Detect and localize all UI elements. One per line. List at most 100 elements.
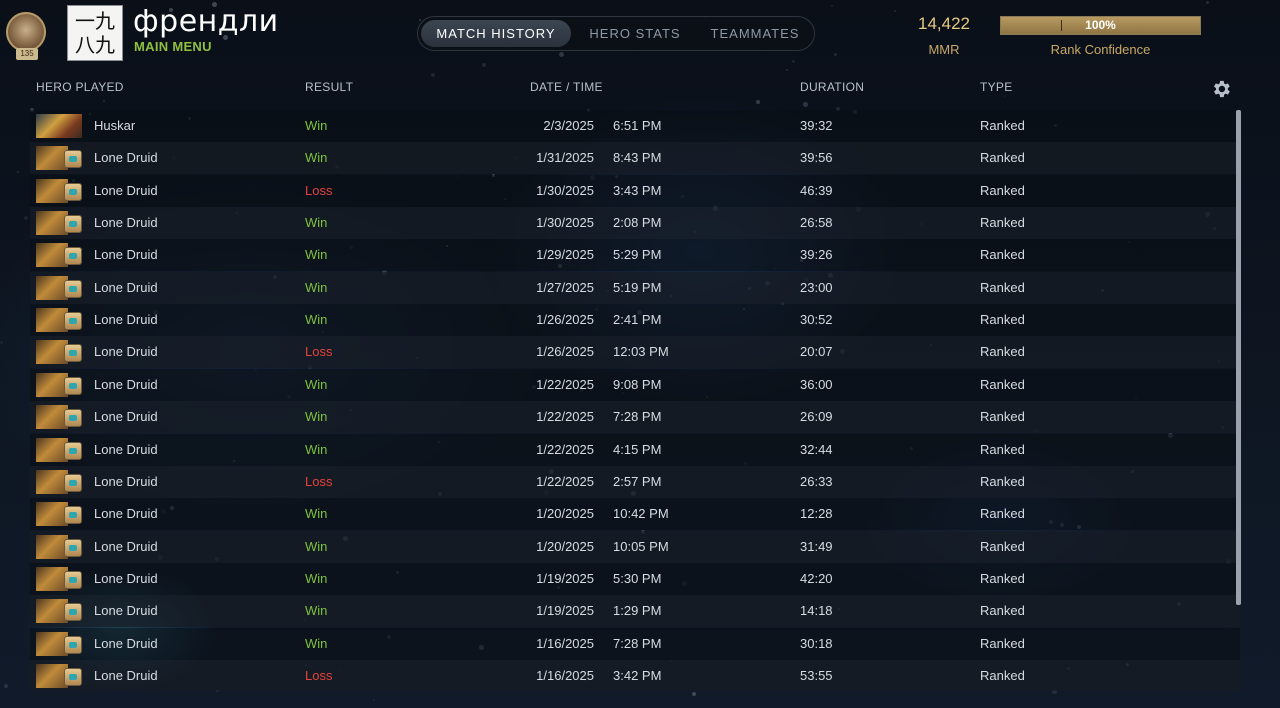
match-type: Ranked: [980, 667, 1025, 683]
column-duration[interactable]: DURATION: [800, 80, 864, 94]
rank-confidence-label: Rank Confidence: [1050, 42, 1151, 57]
hero-portrait-lone-druid: [36, 469, 84, 494]
table-row[interactable]: Lone Druid Win 1/30/2025 2:08 PM 26:58 Ranked: [30, 207, 1240, 240]
spirit-bear-icon: [64, 570, 82, 589]
tab-match-history[interactable]: MATCH HISTORY: [421, 20, 571, 47]
match-time: 10:42 PM: [613, 506, 669, 522]
spirit-bear-icon: [64, 247, 82, 266]
hero-portrait-lone-druid: [36, 631, 84, 656]
table-row[interactable]: Lone Druid Loss 1/30/2025 3:43 PM 46:39 Ranke…: [30, 174, 1240, 207]
table-row[interactable]: Lone Druid Win 1/20/2025 10:05 PM 31:49 Ranke…: [30, 530, 1240, 563]
match-type: Ranked: [980, 635, 1025, 651]
match-result: Loss: [305, 473, 333, 489]
hero-name: Lone Druid: [94, 182, 158, 198]
rank-medal-icon[interactable]: 135: [2, 10, 52, 62]
background-speck: [373, 699, 375, 701]
match-result: Win: [305, 312, 328, 328]
hero-portrait-lone-druid: [36, 372, 84, 397]
match-date: 1/30/2025: [536, 182, 594, 198]
table-row[interactable]: Lone Druid Loss 1/22/2025 2:57 PM 26:33 Ranke…: [30, 465, 1240, 498]
mmr-value: 14,422: [918, 14, 970, 33]
match-time: 6:51 PM: [613, 118, 662, 133]
match-date: 1/22/2025: [536, 473, 594, 489]
avatar[interactable]: 一九 八九: [67, 5, 123, 61]
hero-portrait-lone-druid: [36, 211, 84, 236]
scrollbar[interactable]: [1236, 110, 1241, 605]
hero-name: Lone Druid: [94, 538, 158, 554]
table-row[interactable]: Lone Druid Win 1/31/2025 8:43 PM 39:56 Ranked: [30, 142, 1240, 175]
match-time: 2:57 PM: [613, 473, 662, 489]
match-duration: 39:26: [800, 247, 833, 263]
column-date-time[interactable]: DATE / TIME: [530, 80, 603, 94]
spirit-bear-icon: [64, 506, 82, 525]
main-menu-link[interactable]: MAIN MENU: [134, 39, 212, 54]
match-time: 5:30 PM: [613, 570, 662, 586]
hero-portrait-lone-druid: [36, 566, 84, 591]
table-row[interactable]: Lone Druid Win 1/22/2025 7:28 PM 26:09 Ranked: [30, 401, 1240, 434]
hero-portrait-lone-druid: [36, 146, 84, 171]
column-type[interactable]: TYPE: [980, 80, 1013, 94]
spirit-bear-icon: [64, 473, 82, 492]
rank-medal-ring: [6, 12, 46, 52]
tab-teammates[interactable]: TEAMMATES: [698, 20, 812, 47]
match-date: 1/26/2025: [536, 312, 594, 328]
tab-bar: MATCH HISTORY HERO STATS TEAMMATES: [417, 16, 815, 51]
table-row[interactable]: Lone Druid Win 1/22/2025 4:15 PM 32:44 Ranked: [30, 433, 1240, 466]
match-result: Win: [305, 603, 328, 619]
match-date: 1/16/2025: [536, 667, 594, 683]
scrollbar-thumb[interactable]: [1236, 110, 1241, 605]
column-result[interactable]: RESULT: [305, 80, 353, 94]
table-row[interactable]: Lone Druid Win 1/16/2025 7:28 PM 30:18 Ranked: [30, 627, 1240, 660]
match-time: 5:19 PM: [613, 279, 662, 295]
match-date: 1/19/2025: [536, 570, 594, 586]
table-row[interactable]: Lone Druid Win 1/26/2025 2:41 PM 30:52 Ranked: [30, 304, 1240, 337]
spirit-bear-icon: [64, 344, 82, 363]
table-row[interactable]: Lone Druid Loss 1/16/2025 3:42 PM 53:55 Ranke…: [30, 659, 1240, 691]
table-row[interactable]: Lone Druid Win 1/19/2025 1:29 PM 14:18 Ranked: [30, 595, 1240, 628]
gear-icon[interactable]: [1210, 78, 1232, 100]
match-result: Win: [305, 570, 328, 586]
rank-confidence-text: 100%: [1085, 18, 1116, 32]
match-duration: 53:55: [800, 667, 833, 683]
match-time: 12:03 PM: [613, 344, 669, 360]
match-time: 2:08 PM: [613, 215, 662, 231]
match-date: 1/29/2025: [536, 247, 594, 263]
match-type: Ranked: [980, 312, 1025, 328]
match-result: Loss: [305, 667, 333, 683]
table-row[interactable]: Lone Druid Win 1/22/2025 9:08 PM 36:00 Ranked: [30, 368, 1240, 401]
match-date: 1/20/2025: [536, 506, 594, 522]
match-duration: 46:39: [800, 182, 833, 198]
hero-name: Lone Druid: [94, 603, 158, 619]
spirit-bear-icon: [64, 312, 82, 331]
spirit-bear-icon: [64, 409, 82, 428]
hero-portrait-lone-druid: [36, 502, 84, 527]
match-result: Win: [305, 376, 328, 392]
match-type: Ranked: [980, 538, 1025, 554]
table-row[interactable]: Lone Druid Win 1/19/2025 5:30 PM 42:20 Ranked: [30, 562, 1240, 595]
match-time: 3:42 PM: [613, 667, 662, 683]
table-row[interactable]: Lone Druid Win 1/20/2025 10:42 PM 12:28 Ranke…: [30, 498, 1240, 531]
match-duration: 39:32: [800, 118, 833, 133]
spirit-bear-icon: [64, 376, 82, 395]
match-duration: 36:00: [800, 376, 833, 392]
spirit-bear-icon: [64, 667, 82, 686]
hero-portrait-lone-druid: [36, 178, 84, 203]
match-time: 2:41 PM: [613, 312, 662, 328]
header: 135 一九 八九 френдли MAIN MENU MATCH HISTORY…: [0, 0, 1280, 72]
match-result: Win: [305, 409, 328, 425]
column-hero-played[interactable]: HERO PLAYED: [36, 80, 124, 94]
match-time: 9:08 PM: [613, 376, 662, 392]
table-row[interactable]: Lone Druid Win 1/29/2025 5:29 PM 39:26 Ranked: [30, 239, 1240, 272]
table-row[interactable]: Lone Druid Win 1/27/2025 5:19 PM 23:00 Ranked: [30, 271, 1240, 304]
hero-name: Lone Druid: [94, 409, 158, 425]
match-result: Win: [305, 118, 328, 133]
match-type: Ranked: [980, 182, 1025, 198]
hero-portrait-lone-druid: [36, 308, 84, 333]
table-row[interactable]: Huskar Win 2/3/2025 6:51 PM 39:32 Ranked: [30, 110, 1240, 142]
table-row[interactable]: Lone Druid Loss 1/26/2025 12:03 PM 20:07 Rank…: [30, 336, 1240, 369]
match-type: Ranked: [980, 215, 1025, 231]
hero-name: Lone Druid: [94, 635, 158, 651]
rank-medal-plate: 135: [16, 48, 38, 60]
background-speck: [103, 100, 105, 102]
tab-hero-stats[interactable]: HERO STATS: [576, 20, 694, 47]
